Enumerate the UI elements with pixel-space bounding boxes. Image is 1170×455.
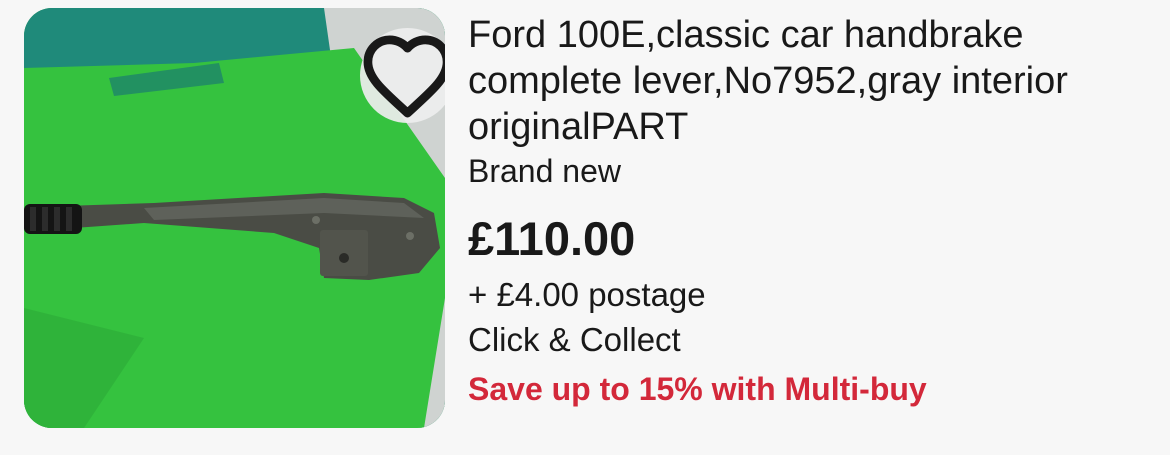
multi-buy-promotion: Save up to 15% with Multi-buy [468, 371, 927, 407]
watch-button[interactable] [360, 28, 445, 123]
listing-details: Ford 100E,classic car handbrake complete… [468, 12, 1148, 411]
product-image[interactable] [24, 8, 445, 428]
item-price: £110.00 [468, 212, 636, 265]
listing-title[interactable]: Ford 100E,classic car handbrake complete… [468, 12, 1148, 150]
click-and-collect: Click & Collect [468, 321, 681, 358]
shipping-cost: + £4.00 postage [468, 276, 706, 313]
listing-card[interactable]: Ford 100E,classic car handbrake complete… [0, 0, 1170, 455]
heart-outline-icon [363, 35, 445, 118]
item-condition: Brand new [468, 153, 621, 189]
